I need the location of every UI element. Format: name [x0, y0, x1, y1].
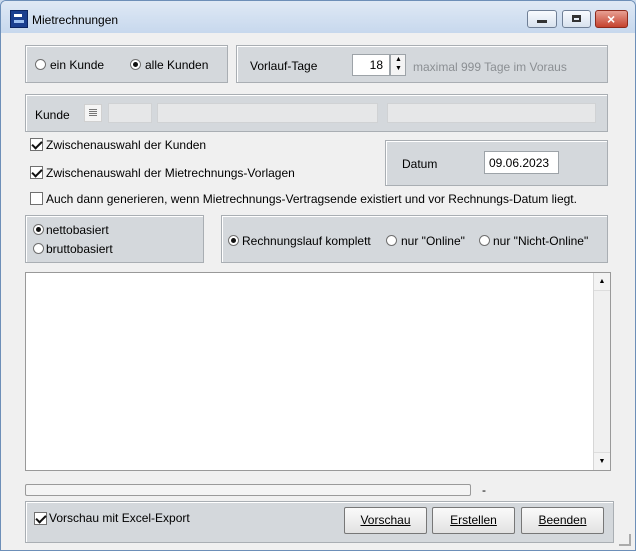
maximize-icon [572, 15, 581, 22]
beenden-button[interactable]: Beenden [521, 507, 604, 534]
close-icon: × [607, 11, 616, 27]
zwischenauswahl-vorlagen-label[interactable]: Zwischenauswahl der Mietrechnungs-Vorlag… [46, 166, 295, 180]
window-title: Mietrechnungen [32, 13, 119, 27]
log-scrollbar[interactable]: ▲ ▼ [593, 273, 610, 470]
close-button[interactable]: × [595, 10, 628, 28]
customer-panel: Kunde [25, 94, 608, 132]
alle-kunden-radio[interactable] [130, 59, 141, 70]
lead-days-input[interactable]: 18 [352, 54, 390, 76]
nur-online-label[interactable]: nur "Online" [401, 234, 465, 248]
log-text-area[interactable]: ▲ ▼ [25, 272, 611, 471]
lead-days-hint: maximal 999 Tage im Voraus [413, 60, 567, 74]
footer-panel: Vorschau mit Excel-Export Vorschau Erste… [25, 501, 614, 543]
progress-bar [25, 484, 471, 496]
progress-text: - [482, 483, 486, 497]
minimize-icon [537, 20, 547, 23]
maximize-button[interactable] [562, 10, 591, 28]
alle-kunden-label[interactable]: alle Kunden [145, 58, 208, 72]
customer-label: Kunde [35, 108, 70, 122]
minimize-button[interactable] [527, 10, 557, 28]
basis-panel: nettobasiert bruttobasiert [25, 215, 204, 263]
date-panel: Datum 09.06.2023 [385, 140, 608, 186]
date-input[interactable]: 09.06.2023 [484, 151, 559, 174]
date-value: 09.06.2023 [489, 156, 550, 170]
vorschau-excel-checkbox[interactable] [34, 512, 47, 525]
stepper-down-icon[interactable]: ▼ [395, 65, 402, 72]
scroll-down-button[interactable]: ▼ [594, 452, 610, 470]
scroll-up-button[interactable]: ▲ [594, 273, 610, 291]
rechnungslauf-komplett-radio[interactable] [228, 235, 239, 246]
customer-scope-panel: ein Kunde alle Kunden [25, 45, 228, 83]
erstellen-button[interactable]: Erstellen [432, 507, 515, 534]
date-label: Datum [402, 157, 438, 171]
ein-kunde-radio[interactable] [35, 59, 46, 70]
nur-online-radio[interactable] [386, 235, 397, 246]
lead-days-panel: Vorlauf-Tage 18 ▲ ▼ maximal 999 Tage im … [236, 45, 608, 83]
dialog-window: Mietrechnungen × ein Kunde alle Kunden V… [0, 0, 636, 551]
lead-days-label: Vorlauf-Tage [250, 59, 318, 73]
title-bar: Mietrechnungen × [1, 1, 635, 33]
ein-kunde-label[interactable]: ein Kunde [50, 58, 104, 72]
vorschau-button[interactable]: Vorschau [344, 507, 427, 534]
nettobasiert-label[interactable]: nettobasiert [46, 223, 109, 237]
zwischenauswahl-kunden-checkbox[interactable] [30, 138, 43, 151]
rechnungslauf-komplett-label[interactable]: Rechnungslauf komplett [242, 234, 371, 248]
resize-grip-icon[interactable] [619, 534, 631, 546]
app-icon [10, 10, 28, 28]
lead-days-value: 18 [369, 58, 383, 72]
nur-nicht-online-radio[interactable] [479, 235, 490, 246]
nur-nicht-online-label[interactable]: nur "Nicht-Online" [493, 234, 588, 248]
zwischenauswahl-kunden-label[interactable]: Zwischenauswahl der Kunden [46, 138, 206, 152]
bruttobasiert-radio[interactable] [33, 243, 44, 254]
customer-number-field[interactable] [108, 103, 152, 123]
zwischenauswahl-vorlagen-checkbox[interactable] [30, 166, 43, 179]
lead-days-stepper[interactable]: ▲ ▼ [390, 54, 406, 76]
list-icon[interactable] [84, 104, 102, 122]
customer-name-field[interactable] [157, 103, 378, 123]
auch-dann-generieren-checkbox[interactable] [30, 192, 43, 205]
customer-extra-field[interactable] [387, 103, 596, 123]
run-mode-panel: Rechnungslauf komplett nur "Online" nur … [221, 215, 608, 263]
bruttobasiert-label[interactable]: bruttobasiert [46, 242, 113, 256]
stepper-up-icon[interactable]: ▲ [395, 56, 402, 63]
auch-dann-generieren-label[interactable]: Auch dann generieren, wenn Mietrechnungs… [46, 192, 577, 206]
nettobasiert-radio[interactable] [33, 224, 44, 235]
vorschau-excel-label[interactable]: Vorschau mit Excel-Export [49, 511, 190, 525]
